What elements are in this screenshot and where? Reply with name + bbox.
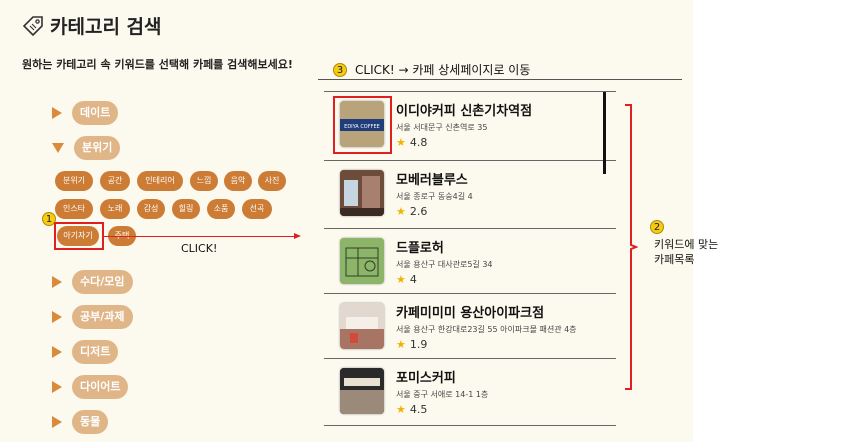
cafe-thumbnail [340, 170, 384, 216]
star-icon: ★ [396, 403, 406, 416]
category-dessert[interactable]: 디저트 [52, 340, 119, 364]
keyword-chip[interactable]: 사진 [258, 171, 286, 191]
category-label: 다이어트 [72, 375, 129, 399]
click-arrow-line [104, 236, 294, 237]
cafe-name: 포미스커피 [396, 371, 456, 386]
keyword-chip[interactable]: 분위기 [55, 171, 93, 191]
star-icon: ★ [396, 273, 406, 286]
cafe-rating: ★ 2.6 [396, 205, 427, 218]
cafe-rating: ★ 4.5 [396, 403, 427, 416]
cafe-list-item[interactable]: 카페미미미 용산아이파크점 서울 용산구 한강대로23길 55 아이파크몰 패션… [330, 294, 616, 361]
header-divider [318, 79, 682, 80]
cafe-photo-image [340, 303, 384, 349]
rating-value: 1.9 [409, 338, 428, 351]
cafe-photo-image [340, 170, 384, 216]
click-arrow-head-icon [294, 233, 301, 239]
step2-line1: 키워드에 맞는 [654, 238, 719, 251]
cafe-name: 이디야커피 신촌기차역점 [396, 104, 533, 119]
category-date[interactable]: 데이트 [52, 101, 119, 125]
cafe-name: 카페미미미 용산아이파크점 [396, 306, 545, 321]
cafe-rating: ★ 4 [396, 273, 417, 286]
expand-arrow-icon [52, 381, 62, 393]
keyword-chip[interactable]: 음악 [224, 171, 252, 191]
cafe-thumbnail [340, 303, 384, 349]
rating-value: 2.6 [409, 205, 428, 218]
category-label: 수다/모임 [72, 270, 133, 294]
category-label: 데이트 [72, 101, 119, 125]
cafe-name: 드플로허 [396, 241, 444, 256]
rating-value: 4 [409, 273, 417, 286]
keyword-chip[interactable]: 선곡 [242, 199, 272, 219]
page-header: 카테고리 검색 [22, 12, 162, 39]
category-pet[interactable]: 동물 [52, 410, 109, 434]
page-subtitle: 원하는 카테고리 속 키워드를 선택해 카페를 검색해보세요! [22, 58, 293, 71]
cafe-rating: ★ 4.8 [396, 136, 427, 149]
star-icon: ★ [396, 205, 406, 218]
collapse-arrow-icon [52, 143, 64, 153]
keyword-chip[interactable]: 노래 [100, 199, 130, 219]
star-icon: ★ [396, 338, 406, 351]
category-diet[interactable]: 다이어트 [52, 375, 129, 399]
cafe-name: 모베러블루스 [396, 173, 468, 188]
step2-line2: 카페목록 [654, 253, 695, 266]
step2-text: 키워드에 맞는 카페목록 [654, 237, 718, 267]
cafe-list-item[interactable]: 드플로허 서울 용산구 대사관로5길 34 ★ 4 [330, 229, 616, 296]
cafe-rating: ★ 1.9 [396, 338, 427, 351]
rating-value: 4.8 [409, 136, 428, 149]
expand-arrow-icon [52, 346, 62, 358]
category-mood[interactable]: 분위기 [52, 136, 121, 160]
keyword-chip[interactable]: 인스타 [55, 199, 93, 219]
expand-arrow-icon [52, 416, 62, 428]
click-label: CLICK! [181, 242, 218, 255]
category-label: 동물 [72, 410, 109, 434]
cafe-address: 서울 서대문구 신촌역로 35 [396, 123, 488, 132]
category-chat[interactable]: 수다/모임 [52, 270, 133, 294]
cafe-illustration-image [340, 238, 384, 284]
cafe-photo-image [340, 368, 384, 414]
list-bracket-icon [625, 104, 638, 390]
annotation-step3: 3 CLICK! → 카페 상세페이지로 이동 [333, 61, 530, 78]
keyword-chip[interactable]: 감성 [137, 199, 165, 219]
step2-number-badge: 2 [650, 220, 664, 234]
list-scrollbar[interactable] [603, 92, 606, 174]
step3-text: CLICK! → 카페 상세페이지로 이동 [355, 63, 531, 77]
tag-icon [22, 15, 43, 36]
category-label: 디저트 [72, 340, 119, 364]
category-label: 분위기 [74, 136, 121, 160]
cafe-list-item[interactable]: 포미스커피 서울 중구 서애로 14-1 1층 ★ 4.5 [330, 359, 616, 426]
selected-cafe-highlight [333, 96, 392, 154]
keyword-chip[interactable]: 느낌 [190, 171, 218, 191]
annotation-step2: 2 [650, 220, 664, 234]
category-study[interactable]: 공부/과제 [52, 305, 133, 329]
cafe-address: 서울 종로구 동숭4길 4 [396, 192, 473, 201]
expand-arrow-icon [52, 107, 62, 119]
rating-value: 4.5 [409, 403, 428, 416]
cafe-list-item[interactable]: 모베러블루스 서울 종로구 동숭4길 4 ★ 2.6 [330, 161, 616, 228]
cafe-address: 서울 중구 서애로 14-1 1층 [396, 390, 489, 399]
keyword-chip[interactable]: 인테리어 [137, 171, 183, 191]
star-icon: ★ [396, 136, 406, 149]
expand-arrow-icon [52, 311, 62, 323]
cafe-thumbnail [340, 368, 384, 414]
step3-number-badge: 3 [333, 62, 347, 77]
keyword-chip[interactable]: 소품 [207, 199, 235, 219]
selected-keyword-highlight [54, 222, 104, 250]
page-title: 카테고리 검색 [50, 16, 162, 38]
cafe-thumbnail [340, 238, 384, 284]
cafe-address: 서울 용산구 대사관로5길 34 [396, 260, 493, 269]
keyword-chip[interactable]: 공간 [100, 171, 130, 191]
list-divider [324, 425, 616, 426]
cafe-address: 서울 용산구 한강대로23길 55 아이파크몰 패션관 4층 [396, 325, 577, 334]
keyword-chip[interactable]: 힐링 [172, 199, 200, 219]
expand-arrow-icon [52, 276, 62, 288]
category-label: 공부/과제 [72, 305, 133, 329]
